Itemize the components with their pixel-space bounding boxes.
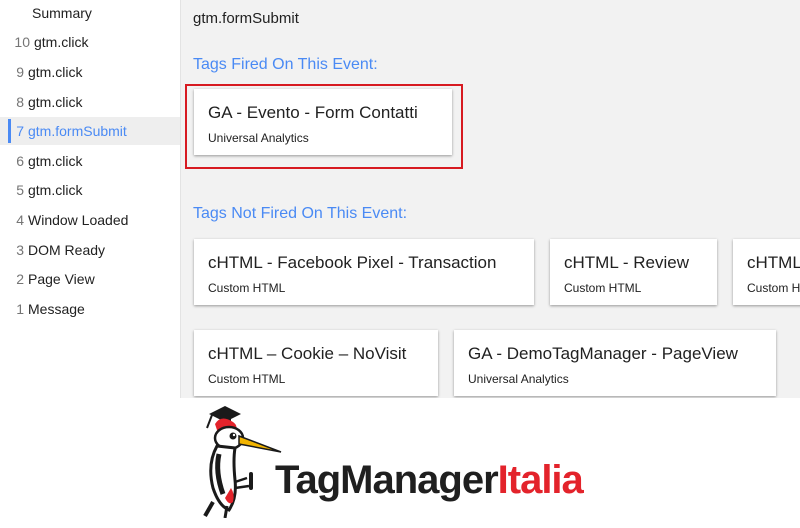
tags-not-fired-heading: Tags Not Fired On This Event: <box>193 205 408 222</box>
event-label: gtm.click <box>28 182 83 198</box>
sidebar-item-gtm-click-9[interactable]: 9 gtm.click <box>0 58 180 86</box>
sidebar-item-gtm-click-10[interactable]: 10 gtm.click <box>0 28 180 56</box>
tag-title: GA - Evento - Form Contatti <box>208 103 418 122</box>
event-number: 3 <box>16 242 24 258</box>
sidebar-item-message[interactable]: 1 Message <box>0 295 180 323</box>
tag-type: Universal Analytics <box>468 372 569 386</box>
logo-wordmark: TagManagerItalia <box>275 458 584 503</box>
event-label: Page View <box>28 271 95 287</box>
event-label: DOM Ready <box>28 242 106 258</box>
sidebar-item-dom-ready[interactable]: 3 DOM Ready <box>0 236 180 264</box>
tag-title: cHTML - Review <box>564 253 689 272</box>
tag-card-chtml-facebook-pixel[interactable]: cHTML - Facebook Pixel - Transaction Cus… <box>194 239 534 305</box>
sidebar-item-page-view[interactable]: 2 Page View <box>0 265 180 293</box>
event-number: 10 <box>14 34 30 50</box>
tag-title: cHTML - Facebook Pixel - Transaction <box>208 253 497 272</box>
tag-type: Custom HTML <box>564 281 642 295</box>
tags-fired-heading: Tags Fired On This Event: <box>193 56 378 73</box>
event-label: gtm.click <box>34 34 89 50</box>
event-title: gtm.formSubmit <box>193 10 299 27</box>
tag-card-chtml-review[interactable]: cHTML - Review Custom HTML <box>550 239 717 305</box>
event-label: gtm.click <box>28 64 83 80</box>
event-number: 4 <box>16 212 24 228</box>
tag-type: Universal Analytics <box>208 131 309 145</box>
event-label: gtm.click <box>28 153 83 169</box>
tag-type: Custom HTML <box>208 372 286 386</box>
tag-card-chtml-cookie[interactable]: cHTML - Cookie Custom HTML <box>733 239 800 305</box>
woodpecker-mascot-icon <box>203 406 282 518</box>
event-number: 2 <box>16 271 24 287</box>
logo-part-italia: Italia <box>497 458 584 502</box>
event-detail-panel: gtm.formSubmit Tags Fired On This Event:… <box>181 0 800 398</box>
event-number: 5 <box>16 182 24 198</box>
sidebar-item-window-loaded[interactable]: 4 Window Loaded <box>0 206 180 234</box>
sidebar-item-gtm-click-5[interactable]: 5 gtm.click <box>0 176 180 204</box>
tagmanageritalia-logo: TagManagerItalia <box>195 402 615 522</box>
tag-type: Custom HTML <box>747 281 800 295</box>
event-label: Window Loaded <box>28 212 129 228</box>
tag-card-chtml-cookie-novisit[interactable]: cHTML – Cookie – NoVisit Custom HTML <box>194 330 438 396</box>
event-label: gtm.click <box>28 94 83 110</box>
sidebar-item-gtm-formsubmit-7[interactable]: 7 gtm.formSubmit <box>0 117 180 145</box>
event-sidebar: Summary 10 gtm.click 9 gtm.click 8 gtm.c… <box>0 0 181 398</box>
tag-card-ga-demotagmanager-pageview[interactable]: GA - DemoTagManager - PageView Universal… <box>454 330 776 396</box>
event-number: 6 <box>16 153 24 169</box>
sidebar-summary[interactable]: Summary <box>32 5 92 21</box>
tag-title: cHTML - Cookie <box>747 253 800 272</box>
event-label: Message <box>28 301 85 317</box>
sidebar-item-gtm-click-8[interactable]: 8 gtm.click <box>0 88 180 116</box>
event-number: 7 <box>16 123 24 139</box>
sidebar-item-gtm-click-6[interactable]: 6 gtm.click <box>0 147 180 175</box>
event-label: gtm.formSubmit <box>28 123 127 139</box>
logo-part-tagmanager: TagManager <box>275 458 499 502</box>
tag-title: cHTML – Cookie – NoVisit <box>208 344 407 363</box>
event-number: 9 <box>16 64 24 80</box>
event-number: 8 <box>16 94 24 110</box>
tag-type: Custom HTML <box>208 281 286 295</box>
tag-title: GA - DemoTagManager - PageView <box>468 344 738 363</box>
event-number: 1 <box>16 301 24 317</box>
tag-card-ga-evento-form-contatti[interactable]: GA - Evento - Form Contatti Universal An… <box>194 89 452 155</box>
